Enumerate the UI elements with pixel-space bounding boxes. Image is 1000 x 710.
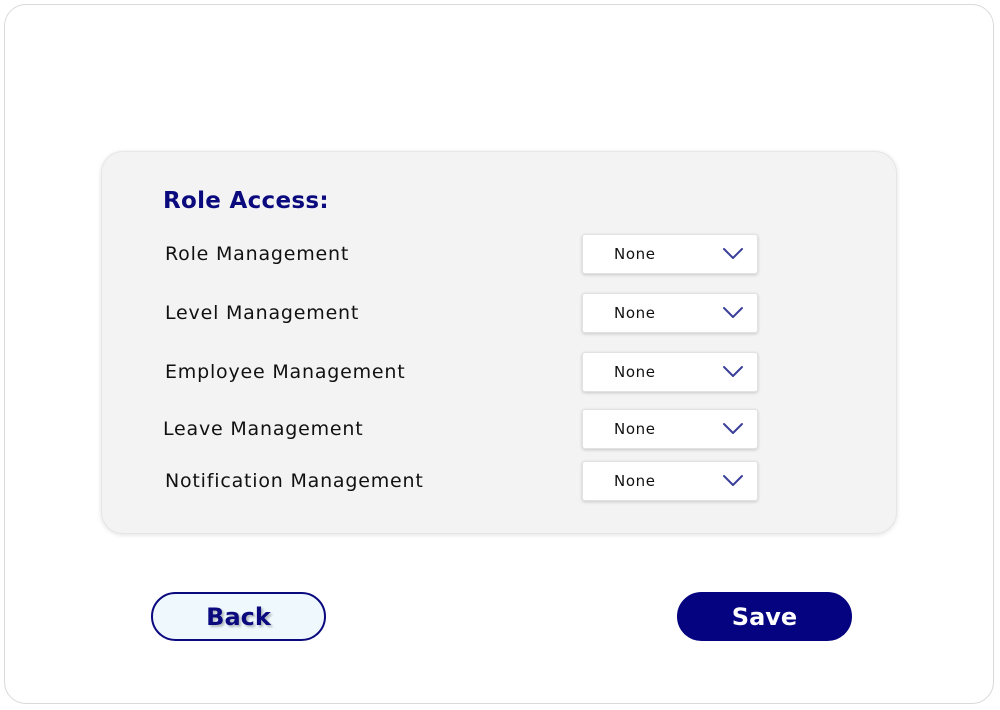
save-button[interactable]: Save [677, 592, 852, 641]
chevron-down-icon [723, 475, 743, 486]
back-button[interactable]: Back [151, 592, 326, 641]
row-label-role-management: Role Management [165, 243, 350, 265]
chevron-down-icon [723, 307, 743, 318]
row-label-leave-management: Leave Management [163, 418, 364, 440]
select-value: None [614, 472, 656, 490]
row-label-level-management: Level Management [165, 302, 360, 324]
role-management-select[interactable]: None [582, 234, 758, 274]
level-management-select[interactable]: None [582, 293, 758, 333]
chevron-down-icon [723, 366, 743, 377]
section-title: Role Access: [163, 188, 329, 214]
row-label-notification-management: Notification Management [165, 470, 424, 492]
select-value: None [614, 420, 656, 438]
select-value: None [614, 304, 656, 322]
row-label-employee-management: Employee Management [165, 361, 406, 383]
chevron-down-icon [723, 248, 743, 259]
select-value: None [614, 363, 656, 381]
employee-management-select[interactable]: None [582, 352, 758, 392]
chevron-down-icon [723, 423, 743, 434]
select-value: None [614, 245, 656, 263]
notification-management-select[interactable]: None [582, 461, 758, 501]
leave-management-select[interactable]: None [582, 409, 758, 449]
